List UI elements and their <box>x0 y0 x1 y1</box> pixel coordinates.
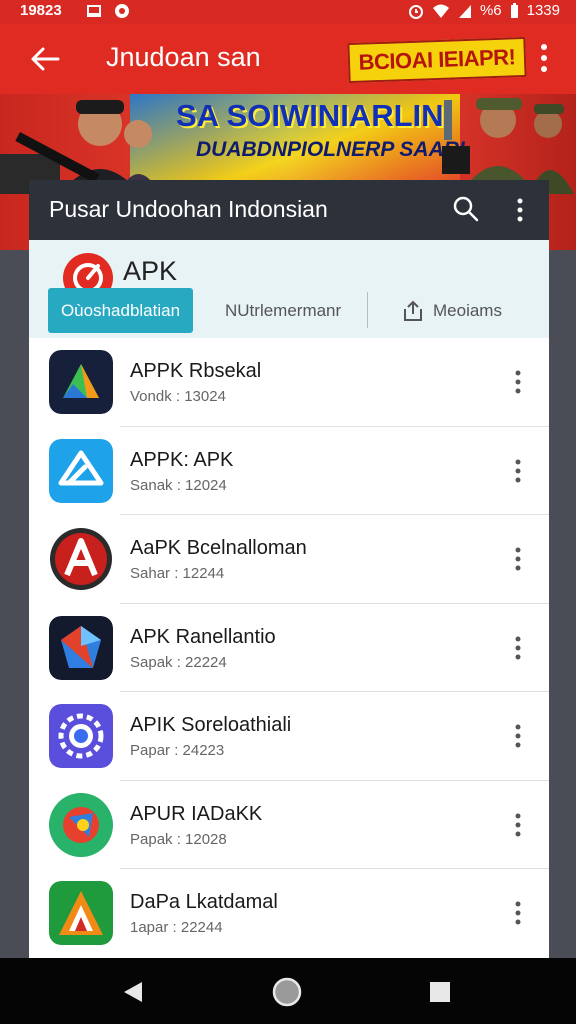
app-name: APPK Rbsekal <box>130 360 262 382</box>
nav-recents-icon[interactable] <box>429 981 451 1003</box>
app-meta: Papar : 24223 <box>130 742 225 759</box>
green-delta-icon <box>49 881 113 945</box>
list-item[interactable]: APPK: APK Sanak : 12024 <box>29 427 549 515</box>
app-meta: 1apar : 22244 <box>130 919 223 936</box>
banner-headline: SA SOIWINIARLIN <box>176 98 444 133</box>
item-menu-icon[interactable] <box>513 813 523 837</box>
app-name: APIK Soreloathiali <box>130 714 292 736</box>
tab-newest[interactable]: NUtrlemermanr <box>225 288 345 333</box>
blue-gem-icon <box>49 615 113 680</box>
app-meta: Papak : 12028 <box>130 830 227 848</box>
app-name: APK Ranellantio <box>130 625 276 648</box>
soldier-illustration-right <box>442 98 574 194</box>
promo-badge[interactable]: BCIOAI IEIAPR! <box>347 36 527 84</box>
app-list: APPK Rbsekal Vondk : 13024 APPK: APK San… <box>29 338 549 958</box>
status-clock: 1339 <box>526 2 560 19</box>
app-meta: Sapak : 22224 <box>130 653 227 671</box>
list-item[interactable]: DaPa Lkatdamal 1apar : 22244 <box>29 869 549 958</box>
signal-icon <box>458 4 471 18</box>
battery-percent: %6 <box>479 2 502 19</box>
system-nav-bar <box>0 958 576 1024</box>
app-meta: Sahar : 12244 <box>130 565 225 582</box>
back-arrow-icon[interactable] <box>28 44 62 74</box>
item-menu-icon[interactable] <box>513 724 523 748</box>
list-item[interactable]: APPK Rbsekal Vondk : 13024 <box>29 338 549 427</box>
battery-icon <box>510 2 518 18</box>
soldier-illustration-left <box>0 100 160 194</box>
app-notification-icon <box>115 4 129 18</box>
nav-back-icon[interactable] <box>122 980 144 1004</box>
section-label: APK <box>123 256 178 286</box>
purple-gear-icon <box>49 704 113 768</box>
tab-bar: APK Oùoshadblatian NUtrlemermanr Meoiams <box>29 240 549 338</box>
upload-icon <box>404 300 422 321</box>
app-name: APUR IADaKK <box>130 802 263 825</box>
item-menu-icon[interactable] <box>513 459 523 483</box>
list-item[interactable]: APUR IADaKK Papak : 12028 <box>29 781 549 869</box>
card-title: Pusar Undoohan Indonsian <box>49 196 328 222</box>
item-menu-icon[interactable] <box>513 370 523 394</box>
green-circle-icon <box>49 792 113 857</box>
apk-list-card: Pusar Undoohan Indonsian APK Oùoshadblat… <box>29 180 549 960</box>
tab-media[interactable]: Meoiams <box>401 288 541 333</box>
alarm-icon <box>408 4 423 19</box>
green-triangle-icon <box>49 350 113 414</box>
wifi-icon <box>432 4 449 18</box>
app-name: DaPa Lkatdamal <box>130 891 278 913</box>
item-menu-icon[interactable] <box>513 901 523 925</box>
tab-divider <box>367 292 368 328</box>
status-time: 19823 <box>20 2 62 19</box>
tab-downloads[interactable]: Oùoshadblatian <box>48 288 193 333</box>
item-menu-icon[interactable] <box>513 636 523 660</box>
nav-home-icon[interactable] <box>272 977 302 1007</box>
list-item[interactable]: APIK Soreloathiali Papar : 24223 <box>29 692 549 781</box>
app-name: AaPK Bcelnalloman <box>130 537 307 559</box>
blue-triangle-icon <box>49 438 113 503</box>
list-item[interactable]: APK Ranellantio Sapak : 22224 <box>29 604 549 692</box>
overflow-menu-icon[interactable] <box>536 42 552 74</box>
app-meta: Vondk : 13024 <box>130 388 226 405</box>
app-title: Jnudoan san <box>106 42 261 72</box>
item-menu-icon[interactable] <box>513 547 523 571</box>
app-name: APPK: APK <box>130 448 234 471</box>
app-bar: Jnudoan san BCIOAI IEIAPR! <box>0 24 576 94</box>
card-menu-icon[interactable] <box>515 198 525 222</box>
search-icon[interactable] <box>453 196 479 222</box>
card-header: Pusar Undoohan Indonsian <box>29 180 549 240</box>
image-notification-icon <box>87 5 101 17</box>
tab-media-label: Meoiams <box>433 301 502 320</box>
status-bar: 19823 %6 1339 <box>0 0 576 24</box>
red-a-icon <box>50 528 112 590</box>
app-meta: Sanak : 12024 <box>130 476 227 494</box>
list-item[interactable]: AaPK Bcelnalloman Sahar : 12244 <box>29 515 549 604</box>
banner-subheadline: DUABDNPIOLNERP SAARI <box>196 138 465 161</box>
